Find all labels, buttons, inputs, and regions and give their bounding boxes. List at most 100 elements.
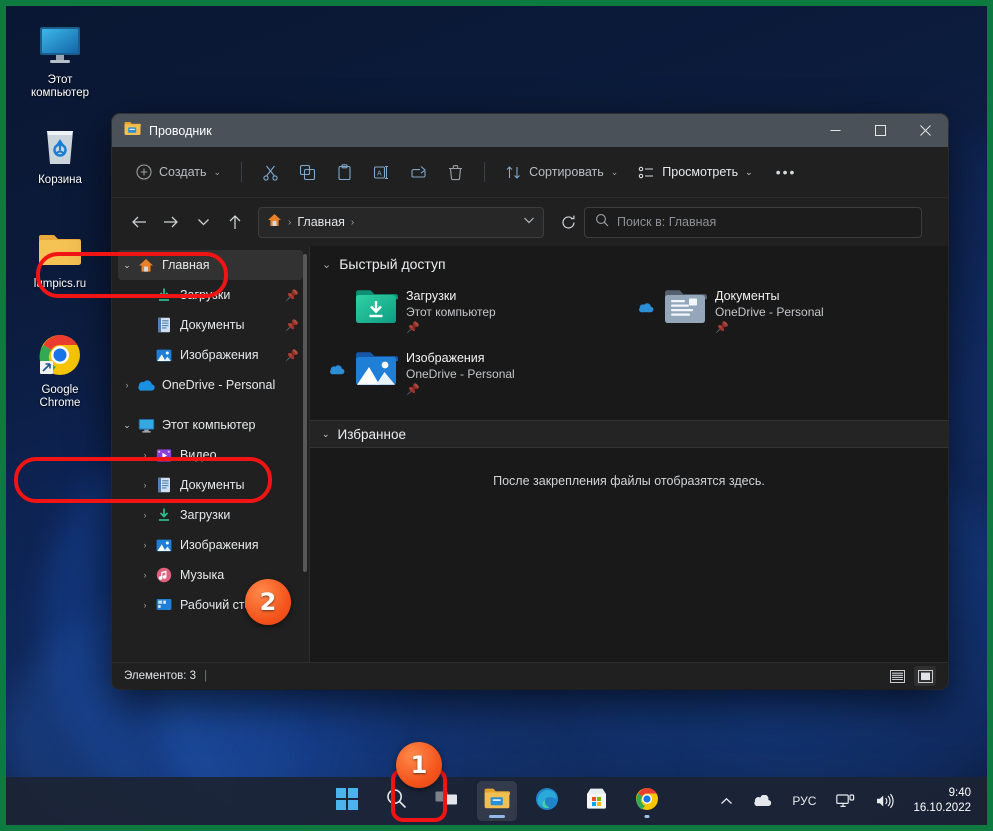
tree-item-onedrive[interactable]: › OneDrive - Personal [118,370,303,400]
pictures-icon [154,348,174,363]
desktop-icon-lumpics-folder[interactable]: lumpics.ru [14,224,106,291]
rename-button[interactable]: A [364,156,399,188]
favorites-title: Избранное [337,426,406,442]
navigation-bar[interactable]: › Главная › Поиск в: Главная [112,198,948,246]
pin-icon[interactable]: 📌 [285,349,299,362]
pin-icon[interactable]: 📌 [406,321,496,334]
window-controls[interactable] [813,114,948,147]
desktop[interactable]: Этот компьютер Корзина lumpics.ru Google… [6,6,987,825]
divider [241,162,243,182]
tree-item-label: Документы [180,318,245,332]
minimize-button[interactable] [813,114,858,147]
view-list-icon [638,164,655,181]
new-button[interactable]: Создать ⌄ [126,156,230,188]
forward-button[interactable] [156,207,186,237]
desktop-icon-label: lumpics.ru [33,278,87,290]
search-button[interactable] [377,781,417,821]
large-icons-view-icon[interactable] [914,666,936,686]
search-input[interactable]: Поиск в: Главная [584,206,922,238]
quick-access-title: Быстрый доступ [339,256,446,272]
view-button[interactable]: Просмотреть ⌄ [629,156,761,188]
status-separator: | [204,670,208,682]
cut-button[interactable] [253,156,288,188]
file-explorer-window[interactable]: Проводник Создать ⌄ A Сортировать ⌄ Прос… [112,114,948,689]
quick-access-header[interactable]: ⌄ Быстрый доступ [310,246,948,278]
rename-icon: A [373,164,390,181]
title-bar[interactable]: Проводник [112,114,948,147]
window-title: Проводник [149,123,212,138]
file-explorer-button[interactable] [476,781,517,821]
tree-item-documents-quick[interactable]: Документы 📌 [118,310,303,340]
details-view-icon[interactable] [886,666,908,686]
chevron-down-icon[interactable]: ⌄ [322,429,330,440]
task-view-button[interactable] [427,781,467,821]
copy-button[interactable] [290,156,325,188]
search-icon [386,788,407,814]
favorites-header[interactable]: ⌄ Избранное [310,420,948,448]
up-button[interactable] [220,207,250,237]
folder-pictures-icon [354,348,398,392]
plus-circle-icon [135,164,152,181]
pin-icon[interactable]: 📌 [285,319,299,332]
navigation-pane-scrollbar[interactable] [303,254,307,572]
chevron-right-icon[interactable]: › [136,570,154,580]
microsoft-store-button[interactable] [577,781,617,821]
delete-button[interactable] [438,156,473,188]
tree-item-pictures-quick[interactable]: Изображения 📌 [118,340,303,370]
recycle-bin-icon [14,120,106,170]
tree-item-home[interactable]: ⌄ Главная [118,250,303,280]
more-options-button[interactable]: ••• [764,156,809,188]
tree-item-pictures[interactable]: › Изображения [118,530,303,560]
desktop-icon-google-chrome[interactable]: Google Chrome [14,330,106,410]
quick-access-item-title: Документы [715,289,780,303]
address-bar[interactable]: › Главная › [258,206,544,238]
tree-item-downloads-quick[interactable]: Загрузки 📌 [118,280,303,310]
chevron-down-icon[interactable] [523,216,535,228]
pin-icon[interactable]: 📌 [715,321,824,334]
content-pane[interactable]: ⌄ Быстрый доступ Загрузки Этот компьютер… [309,246,948,662]
command-bar[interactable]: Создать ⌄ A Сортировать ⌄ Просмотреть ⌄ … [112,147,948,198]
pin-icon[interactable]: 📌 [285,289,299,302]
paste-icon [336,163,353,181]
chevron-right-icon[interactable]: › [136,510,154,520]
cloud-icon [328,348,346,375]
tree-item-this-pc[interactable]: ⌄ Этот компьютер [118,410,303,440]
desktop-icon-recycle-bin[interactable]: Корзина [14,120,106,187]
explorer-body: ⌄ Главная Загрузки 📌 Документы 📌 Изображ… [112,246,948,662]
sort-button[interactable]: Сортировать ⌄ [496,156,627,188]
chevron-right-icon[interactable]: › [136,450,154,460]
chevron-down-icon[interactable]: ⌄ [322,258,331,271]
close-button[interactable] [903,114,948,147]
taskbar[interactable]: РУС 9:40 16.10.2022 [6,777,987,825]
edge-button[interactable] [527,781,567,821]
back-button[interactable] [124,207,154,237]
pin-icon[interactable]: 📌 [406,383,515,396]
microsoft-store-icon [585,787,608,815]
tree-item-downloads[interactable]: › Загрузки [118,500,303,530]
quick-access-item-documents[interactable]: Документы OneDrive - Personal 📌 [629,280,938,340]
explorer-folder-icon [124,121,141,141]
tree-item-videos[interactable]: › Видео [118,440,303,470]
chevron-right-icon[interactable]: › [118,380,136,390]
breadcrumb-item-home[interactable]: Главная [297,215,345,229]
maximize-button[interactable] [858,114,903,147]
chevron-right-icon[interactable]: › [136,540,154,550]
chrome-icon [14,330,106,380]
recent-locations-button[interactable] [188,207,218,237]
tree-item-label: Изображения [180,348,259,362]
quick-access-item-downloads[interactable]: Загрузки Этот компьютер 📌 [320,280,629,340]
chevron-down-icon[interactable]: ⌄ [118,420,136,431]
chevron-down-icon[interactable]: ⌄ [118,260,136,271]
quick-access-item-title: Изображения [406,351,485,365]
chevron-right-icon[interactable]: › [136,480,154,490]
share-button[interactable] [401,156,436,188]
paste-button[interactable] [327,156,362,188]
quick-access-item-pictures[interactable]: Изображения OneDrive - Personal 📌 [320,342,629,402]
chevron-right-icon[interactable]: › [136,600,154,610]
cloud-badge-placeholder [328,286,346,302]
start-button[interactable] [327,781,367,821]
refresh-button[interactable] [554,208,582,236]
desktop-icon-this-pc[interactable]: Этот компьютер [14,20,106,100]
tree-item-documents[interactable]: › Документы [118,470,303,500]
chrome-button[interactable] [627,781,667,821]
